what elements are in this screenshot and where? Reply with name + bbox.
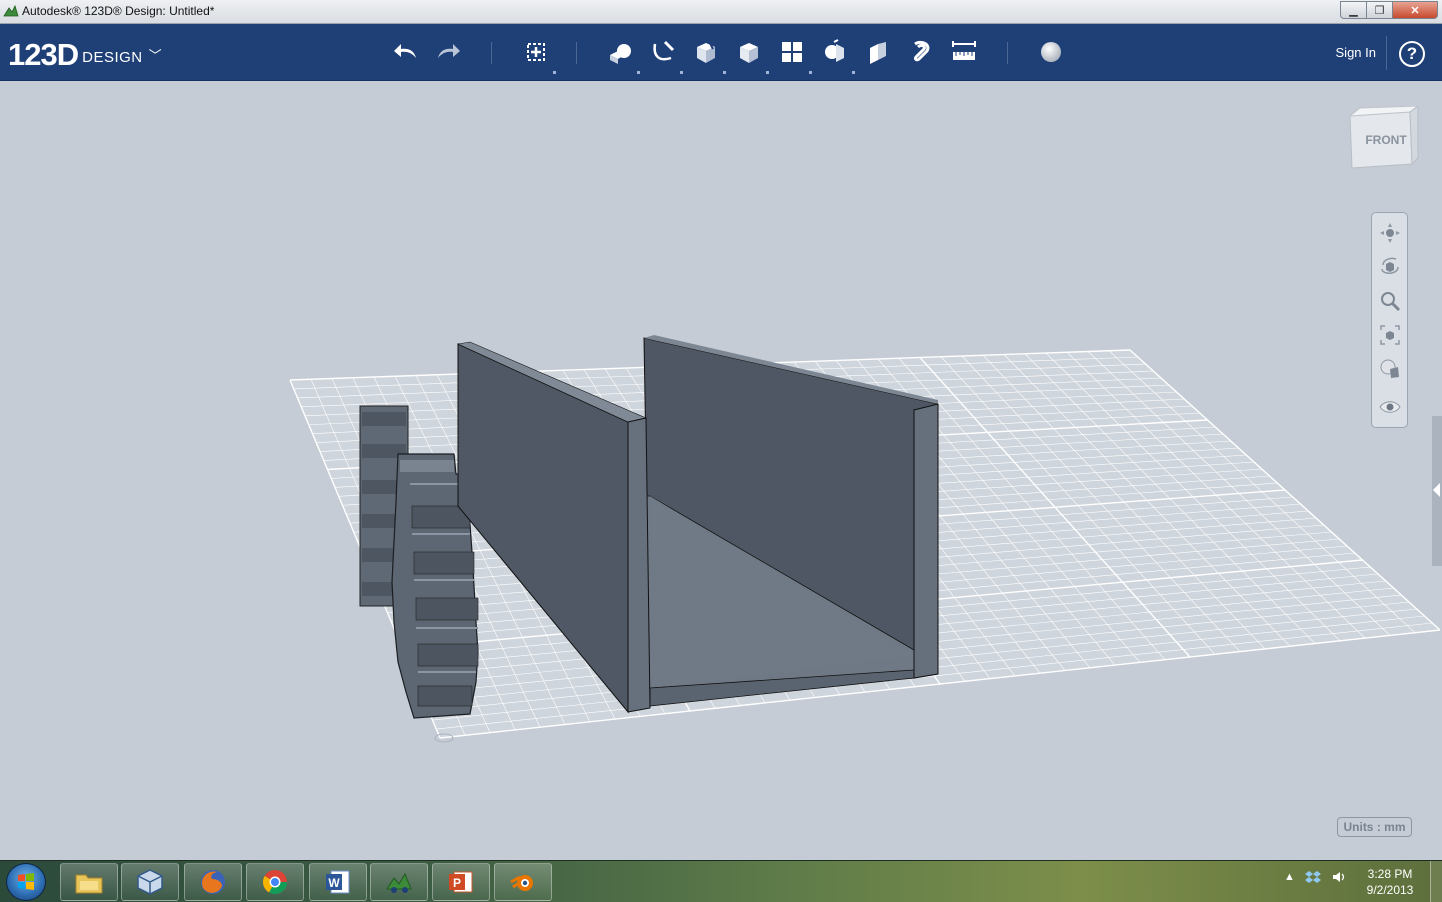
primitives-icon <box>610 44 631 64</box>
chevron-down-icon: ﹀ <box>148 48 162 63</box>
snap-icon <box>913 40 930 62</box>
windows-logo-icon <box>18 873 34 890</box>
svg-text:W: W <box>328 876 340 890</box>
app-menu-button[interactable]: 123D DESIGN ﹀ <box>8 33 162 73</box>
main-toolbar: 123D DESIGN ﹀ Sign In ? <box>0 24 1442 81</box>
units-button[interactable]: Units : mm <box>1337 817 1412 837</box>
powerpoint-icon: P <box>449 871 473 893</box>
toolbar-separator <box>1007 42 1008 64</box>
grouping-icon <box>825 39 844 62</box>
modify-button[interactable] <box>733 36 769 74</box>
pattern-button[interactable] <box>776 36 812 74</box>
virtualbox-icon <box>137 869 163 895</box>
snap-button[interactable] <box>905 36 937 68</box>
window-title: Autodesk® 123D® Design: Untitled* <box>22 4 215 18</box>
zoom-button[interactable] <box>1376 287 1404 315</box>
svg-text:P: P <box>453 876 461 890</box>
taskbar-123d-design[interactable] <box>370 863 428 901</box>
transform-button[interactable] <box>520 36 556 74</box>
close-button[interactable]: ✕ <box>1392 1 1438 19</box>
windows-taskbar: W P ▲ 3:28 PM 9/2/2013 <box>0 860 1442 902</box>
pan-icon <box>1380 223 1400 243</box>
view-mode-icon <box>1380 359 1399 378</box>
minimize-button[interactable]: ▁ <box>1340 1 1366 19</box>
scene-canvas[interactable] <box>0 82 1442 860</box>
clock-time: 3:28 PM <box>1367 867 1413 881</box>
logo-main: 123D <box>8 37 79 72</box>
navigation-bar <box>1371 212 1408 428</box>
orbit-button[interactable] <box>1376 253 1404 281</box>
fit-button[interactable] <box>1376 321 1404 349</box>
sketch-icon <box>653 40 675 61</box>
taskbar-virtualbox[interactable] <box>121 863 179 901</box>
maximize-icon: ❐ <box>1374 4 1385 17</box>
sign-in-link[interactable]: Sign In <box>1336 45 1376 60</box>
taskbar-clock[interactable]: 3:28 PM 9/2/2013 <box>1358 866 1422 898</box>
pattern-icon <box>782 42 802 62</box>
viewcube[interactable]: FRONT <box>1340 106 1420 176</box>
viewcube-front-label: FRONT <box>1365 133 1407 147</box>
visibility-button[interactable] <box>1376 393 1404 421</box>
material-button[interactable] <box>1035 36 1067 68</box>
firefox-icon <box>201 870 225 894</box>
taskbar-word[interactable]: W <box>309 863 367 901</box>
measure-button[interactable] <box>948 36 980 68</box>
modify-icon <box>740 43 758 63</box>
undo-button[interactable] <box>390 36 422 68</box>
tray-expand-icon[interactable]: ▲ <box>1284 871 1295 883</box>
visibility-icon <box>1379 401 1401 413</box>
toolbar-separator <box>1386 36 1387 70</box>
pan-button[interactable] <box>1376 219 1404 247</box>
toolbar-separator <box>491 42 492 64</box>
construct-icon <box>697 40 715 63</box>
logo-sub: DESIGN <box>82 49 143 66</box>
combine-icon <box>870 42 886 64</box>
chrome-icon <box>262 870 287 895</box>
close-icon: ✕ <box>1410 4 1420 17</box>
side-panel-toggle[interactable] <box>1432 416 1442 566</box>
taskbar-firefox[interactable] <box>184 863 242 901</box>
window-title-bar: Autodesk® 123D® Design: Untitled* ▁ ❐ ✕ <box>0 0 1442 24</box>
taskbar-powerpoint[interactable]: P <box>432 863 490 901</box>
blender-icon <box>510 875 533 891</box>
orbit-icon <box>1381 257 1399 274</box>
system-tray: ▲ <box>1284 869 1347 885</box>
fit-icon <box>1380 325 1400 345</box>
view-mode-button[interactable] <box>1376 355 1404 383</box>
taskbar-blender[interactable] <box>494 863 552 901</box>
material-sphere-icon <box>1041 42 1061 62</box>
maximize-button[interactable]: ❐ <box>1366 1 1392 19</box>
start-button[interactable] <box>6 863 46 901</box>
chevron-left-icon <box>1433 483 1440 497</box>
taskbar-chrome[interactable] <box>246 863 304 901</box>
app-logo-icon <box>3 4 19 17</box>
volume-icon[interactable] <box>1331 869 1347 885</box>
help-icon: ? <box>1406 44 1418 63</box>
undo-arrow-icon <box>394 44 416 58</box>
help-button[interactable]: ? <box>1399 41 1425 67</box>
combine-button[interactable] <box>862 36 894 68</box>
123d-design-icon <box>386 872 412 893</box>
primitives-button[interactable] <box>604 36 640 74</box>
taskbar-explorer[interactable] <box>60 863 118 901</box>
clock-date: 9/2/2013 <box>1366 883 1414 897</box>
zoom-icon <box>1381 292 1401 312</box>
construct-button[interactable] <box>690 36 726 74</box>
window-controls: ▁ ❐ ✕ <box>1340 1 1438 19</box>
grouping-button[interactable] <box>819 36 855 74</box>
toolbar-separator <box>576 42 577 64</box>
3d-viewport[interactable]: FRONT Units : mm <box>0 82 1442 860</box>
transform-icon <box>527 43 545 61</box>
windows-explorer-icon <box>75 874 103 894</box>
minimize-icon: ▁ <box>1349 4 1358 17</box>
redo-button[interactable] <box>432 36 464 68</box>
measure-icon <box>952 41 976 60</box>
sketch-button[interactable] <box>647 36 683 74</box>
redo-arrow-icon <box>438 44 460 58</box>
show-desktop-button[interactable] <box>1430 861 1442 902</box>
word-icon: W <box>326 870 350 894</box>
dropbox-icon[interactable] <box>1304 869 1321 885</box>
